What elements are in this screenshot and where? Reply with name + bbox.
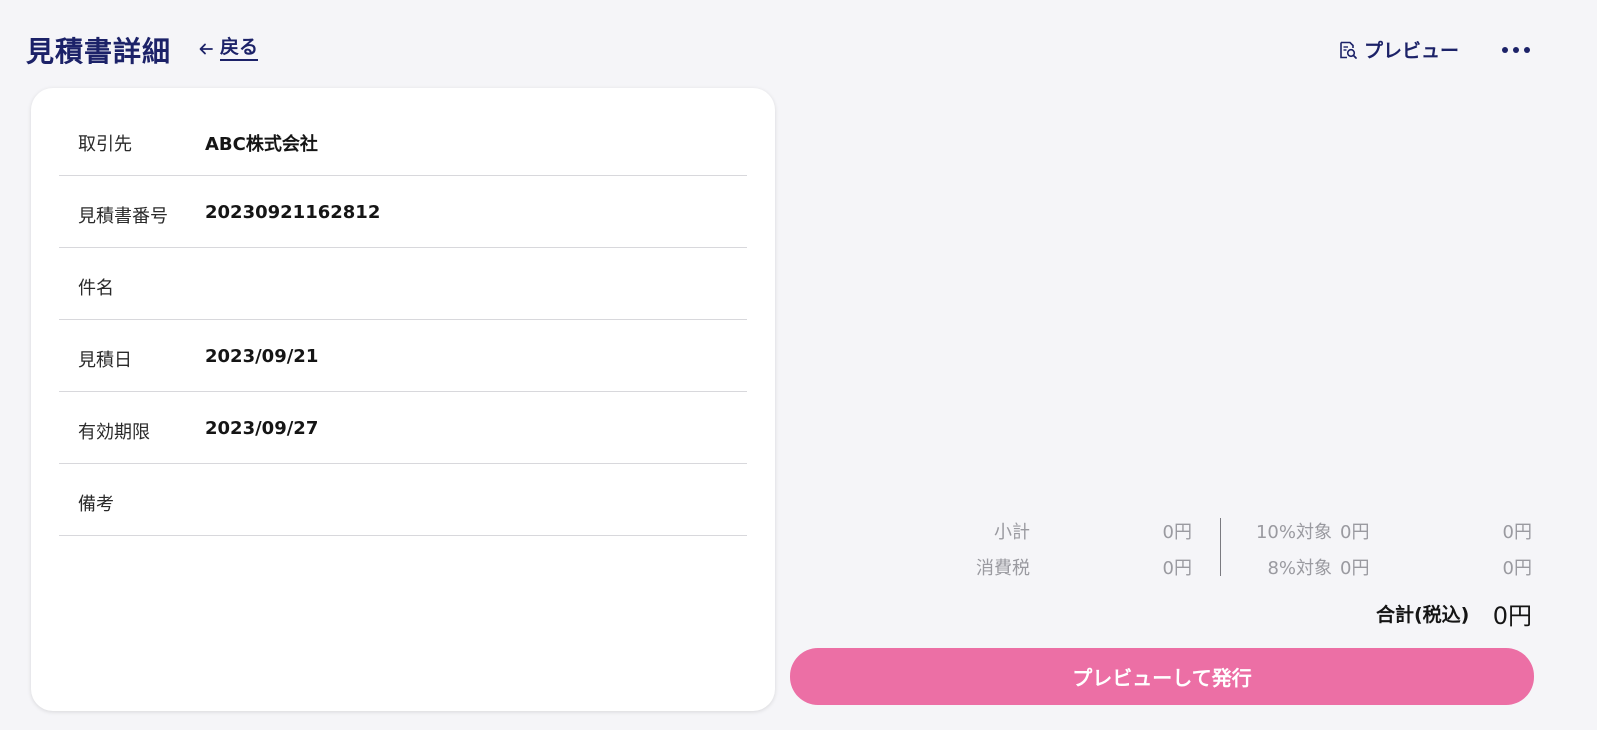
rate8-base: 0円: [1340, 558, 1370, 579]
details-list: 取引先 ABC株式会社 見積書番号 20230921162812 件名 見積日 …: [59, 104, 747, 536]
more-options-button[interactable]: [1496, 36, 1536, 64]
detail-label: 見積書番号: [78, 206, 168, 227]
preview-and-issue-button[interactable]: プレビューして発行: [790, 648, 1534, 705]
detail-row-subject: 件名: [59, 248, 747, 320]
more-horizontal-icon: [1524, 47, 1530, 53]
subtotal-label: 小計: [994, 522, 1030, 543]
detail-label: 有効期限: [78, 422, 150, 443]
more-horizontal-icon: [1502, 47, 1508, 53]
total-value: 0円: [1492, 602, 1532, 630]
detail-row-client: 取引先 ABC株式会社: [59, 104, 747, 176]
detail-label: 備考: [78, 494, 114, 515]
detail-value: 2023/09/27: [205, 418, 319, 439]
rate10-base: 0円: [1340, 522, 1370, 543]
more-horizontal-icon: [1513, 47, 1519, 53]
preview-button-label: プレビュー: [1364, 40, 1460, 62]
rate10-label: 10%対象: [1255, 522, 1332, 543]
document-search-icon: [1340, 41, 1357, 59]
subtotal-value: 0円: [1162, 522, 1192, 543]
detail-label: 取引先: [78, 134, 132, 155]
tax-value: 0円: [1162, 558, 1192, 579]
arrow-left-icon: [199, 43, 213, 54]
rate8-label: 8%対象: [1267, 558, 1332, 579]
detail-label: 見積日: [78, 350, 132, 371]
detail-value: 2023/09/21: [205, 346, 319, 367]
detail-value: 20230921162812: [205, 202, 381, 223]
total-label: 合計(税込): [1376, 604, 1470, 626]
detail-row-remarks: 備考: [59, 464, 747, 536]
detail-row-expiry-date: 有効期限 2023/09/27: [59, 392, 747, 464]
detail-row-estimate-date: 見積日 2023/09/21: [59, 320, 747, 392]
detail-label: 件名: [78, 278, 114, 299]
summary-divider: [1220, 518, 1221, 576]
back-link-label: 戻る: [220, 36, 259, 61]
preview-button[interactable]: プレビュー: [1338, 36, 1459, 63]
detail-row-estimate-number: 見積書番号 20230921162812: [59, 176, 747, 248]
rate8-tax: 0円: [1502, 558, 1532, 579]
page-title: 見積書詳細: [26, 35, 172, 68]
page-header: 見積書詳細 戻る プレビュー: [0, 0, 1597, 88]
rate10-tax: 0円: [1502, 522, 1532, 543]
tax-label: 消費税: [976, 558, 1030, 579]
estimate-details-card: 取引先 ABC株式会社 見積書番号 20230921162812 件名 見積日 …: [31, 88, 775, 711]
back-link[interactable]: 戻る: [198, 36, 259, 61]
detail-value: ABC株式会社: [205, 134, 318, 155]
